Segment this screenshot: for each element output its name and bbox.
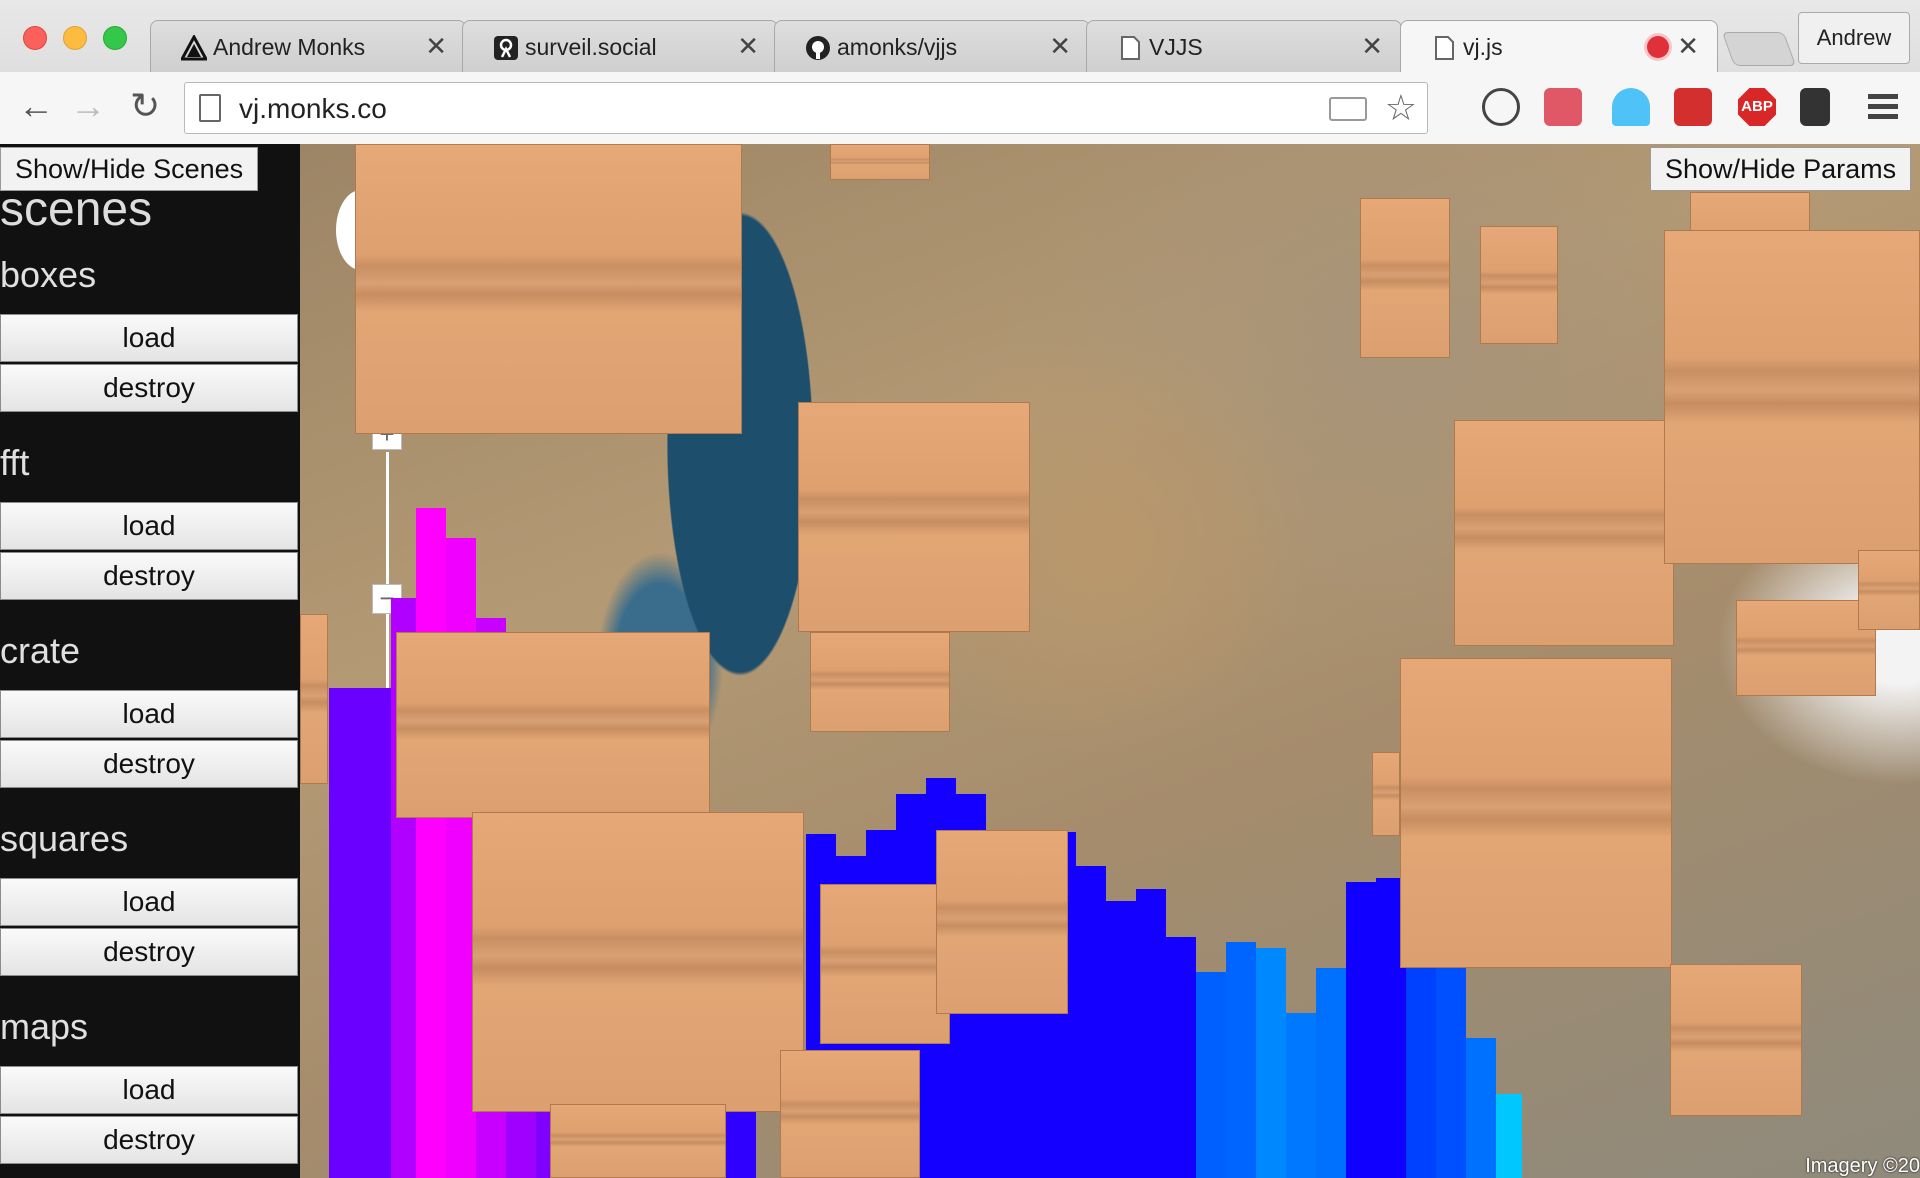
maximize-window-button[interactable]: [103, 26, 127, 50]
tab-title: vj.js: [1463, 34, 1503, 60]
fft-bar: [416, 508, 446, 1178]
mask-extension-icon[interactable]: [1674, 88, 1712, 126]
tab-vjjs[interactable]: VJJS ✕: [1086, 20, 1402, 72]
cardboard-box: [1480, 226, 1558, 344]
load-button[interactable]: load: [0, 1066, 298, 1114]
camera-icon[interactable]: [1329, 97, 1367, 121]
cardboard-box: [472, 812, 804, 1112]
adblock-extension-icon[interactable]: ABP: [1738, 88, 1776, 126]
new-tab-button[interactable]: [1721, 32, 1797, 66]
page-icon: [1435, 36, 1454, 60]
scene-name: squares: [0, 818, 129, 859]
minimize-window-button[interactable]: [63, 26, 87, 50]
url-text: vj.monks.co: [239, 93, 387, 124]
fft-bar: [1496, 1094, 1522, 1178]
destroy-button[interactable]: destroy: [0, 364, 298, 412]
onepassword-extension-icon[interactable]: [1482, 88, 1520, 126]
scene-name: boxes: [0, 254, 97, 295]
fft-bar: [1196, 972, 1226, 1178]
tab-title: Andrew Monks: [213, 34, 366, 60]
cardboard-box: [1858, 550, 1920, 630]
scene-name: fft: [0, 442, 30, 483]
toolbar: ← → ↻ vj.monks.co ☆ ABP: [0, 72, 1920, 144]
cardboard-box: [355, 144, 742, 434]
forward-arrow-icon[interactable]: →: [70, 88, 106, 124]
scene-name: crate: [0, 630, 81, 671]
cardboard-box: [396, 632, 710, 818]
cardboard-box: [1372, 752, 1400, 836]
close-icon[interactable]: ✕: [1361, 31, 1383, 62]
scenes-heading: scenes: [0, 183, 153, 236]
cardboard-box: [1664, 230, 1920, 564]
fft-bar: [1466, 1038, 1496, 1178]
back-arrow-icon[interactable]: ←: [18, 88, 54, 124]
chat-extension-icon[interactable]: [1544, 88, 1582, 126]
star-icon[interactable]: ☆: [1385, 87, 1417, 129]
close-icon[interactable]: ✕: [1677, 31, 1699, 62]
scene-name: maps: [0, 1006, 89, 1047]
fft-bar: [1316, 968, 1346, 1178]
close-icon[interactable]: ✕: [1049, 31, 1071, 62]
destroy-button[interactable]: destroy: [0, 1116, 298, 1164]
load-button[interactable]: load: [0, 314, 298, 362]
fft-bar: [329, 688, 391, 1178]
destroy-button[interactable]: destroy: [0, 740, 298, 788]
fft-bar: [1076, 866, 1106, 1178]
cardboard-box: [1736, 600, 1876, 696]
cardboard-box: [810, 632, 950, 732]
ghost-logo-icon: [494, 36, 518, 60]
tab-title: VJJS: [1149, 34, 1203, 60]
plug-extension-icon[interactable]: [1800, 88, 1830, 126]
destroy-button[interactable]: destroy: [0, 552, 298, 600]
cardboard-box: [1454, 420, 1674, 646]
ghostery-extension-icon[interactable]: [1612, 88, 1650, 126]
menu-icon[interactable]: [1864, 88, 1902, 126]
fft-bar: [1136, 889, 1166, 1178]
fft-bar: [1346, 882, 1376, 1178]
tab-title: amonks/vjjs: [837, 34, 958, 60]
browser-chrome: Andrew Monks ✕ surveil.social ✕ amonks/v…: [0, 0, 1920, 144]
load-button[interactable]: load: [0, 690, 298, 738]
reload-icon[interactable]: ↻: [130, 88, 160, 124]
fft-bar: [1166, 937, 1196, 1178]
cardboard-box: [550, 1104, 726, 1178]
fft-bar: [1436, 968, 1466, 1178]
tab-surveil-social[interactable]: surveil.social ✕: [462, 20, 778, 72]
page-icon: [199, 94, 221, 122]
load-button[interactable]: load: [0, 502, 298, 550]
destroy-button[interactable]: destroy: [0, 928, 298, 976]
show-hide-params-button[interactable]: Show/Hide Params: [1650, 147, 1912, 191]
tab-title: surveil.social: [525, 34, 657, 60]
tab-vj-js[interactable]: vj.js ✕: [1400, 20, 1718, 72]
triangle-logo-icon: [181, 35, 207, 61]
cardboard-box: [820, 884, 950, 1044]
map-attribution: Imagery ©20: [1805, 1155, 1920, 1177]
cardboard-box: [1360, 198, 1450, 358]
address-bar[interactable]: vj.monks.co ☆: [184, 82, 1428, 134]
load-button[interactable]: load: [0, 878, 298, 926]
close-icon[interactable]: ✕: [425, 31, 447, 62]
cardboard-box: [300, 614, 328, 784]
cardboard-box: [1670, 964, 1802, 1116]
recording-icon: [1647, 36, 1669, 58]
close-icon[interactable]: ✕: [737, 31, 759, 62]
cardboard-box: [798, 402, 1030, 632]
cardboard-box: [830, 144, 930, 180]
cardboard-box: [1400, 658, 1672, 968]
cardboard-box: [780, 1050, 920, 1178]
tab-amonks-vjjs[interactable]: amonks/vjjs ✕: [774, 20, 1090, 72]
github-icon: [806, 36, 830, 60]
cardboard-box: [936, 830, 1068, 1014]
fft-bar: [1256, 948, 1286, 1178]
tab-andrew-monks[interactable]: Andrew Monks ✕: [150, 20, 466, 72]
fft-bar: [1286, 1013, 1316, 1178]
profile-button[interactable]: Andrew: [1798, 12, 1910, 64]
fft-bar: [1106, 901, 1136, 1178]
close-window-button[interactable]: [23, 26, 47, 50]
page-icon: [1121, 36, 1140, 60]
fft-bar: [1226, 942, 1256, 1178]
